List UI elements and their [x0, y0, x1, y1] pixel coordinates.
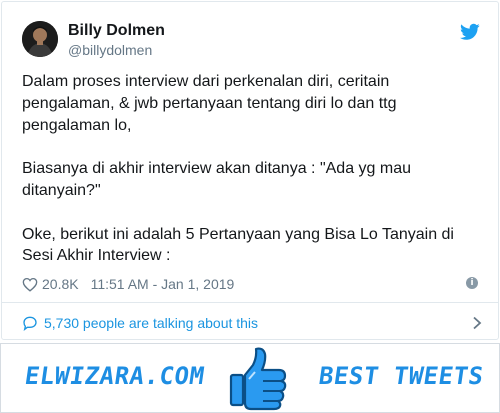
- footer-banner: ELWIZARA.COM BEST TWEETS: [0, 343, 500, 413]
- conversation-text: 5,730 people are talking about this: [44, 315, 259, 331]
- heart-icon[interactable]: [22, 277, 38, 292]
- tweet-meta: 20.8K 11:51 AM - Jan 1, 2019: [22, 275, 234, 293]
- site-brand[interactable]: ELWIZARA.COM: [23, 362, 206, 390]
- thumbs-up-icon: [229, 347, 287, 411]
- divider: [2, 302, 498, 303]
- user-handle[interactable]: @billydolmen: [68, 42, 152, 58]
- tweet-card: Billy Dolmen @billydolmen Dalam proses i…: [1, 1, 499, 340]
- info-icon[interactable]: i: [466, 277, 478, 289]
- timestamp[interactable]: 11:51 AM - Jan 1, 2019: [91, 276, 235, 292]
- display-name[interactable]: Billy Dolmen: [68, 22, 165, 40]
- tweet-text: Dalam proses interview dari perkenalan d…: [22, 71, 482, 267]
- chevron-right-icon: [473, 316, 482, 330]
- twitter-bird-icon[interactable]: [460, 23, 480, 41]
- tweet-paragraph: Biasanya di akhir interview akan ditanya…: [22, 160, 411, 199]
- like-count[interactable]: 20.8K: [42, 276, 79, 292]
- tweet-paragraph: Dalam proses interview dari perkenalan d…: [22, 73, 397, 134]
- tweet-paragraph: Oke, berikut ini adalah 5 Pertanyaan yan…: [22, 225, 454, 265]
- avatar[interactable]: [22, 21, 58, 57]
- conversation-link[interactable]: 5,730 people are talking about this: [22, 314, 482, 332]
- best-tweets-label[interactable]: BEST TWEETS: [317, 362, 485, 390]
- speech-bubble-icon: [23, 316, 37, 331]
